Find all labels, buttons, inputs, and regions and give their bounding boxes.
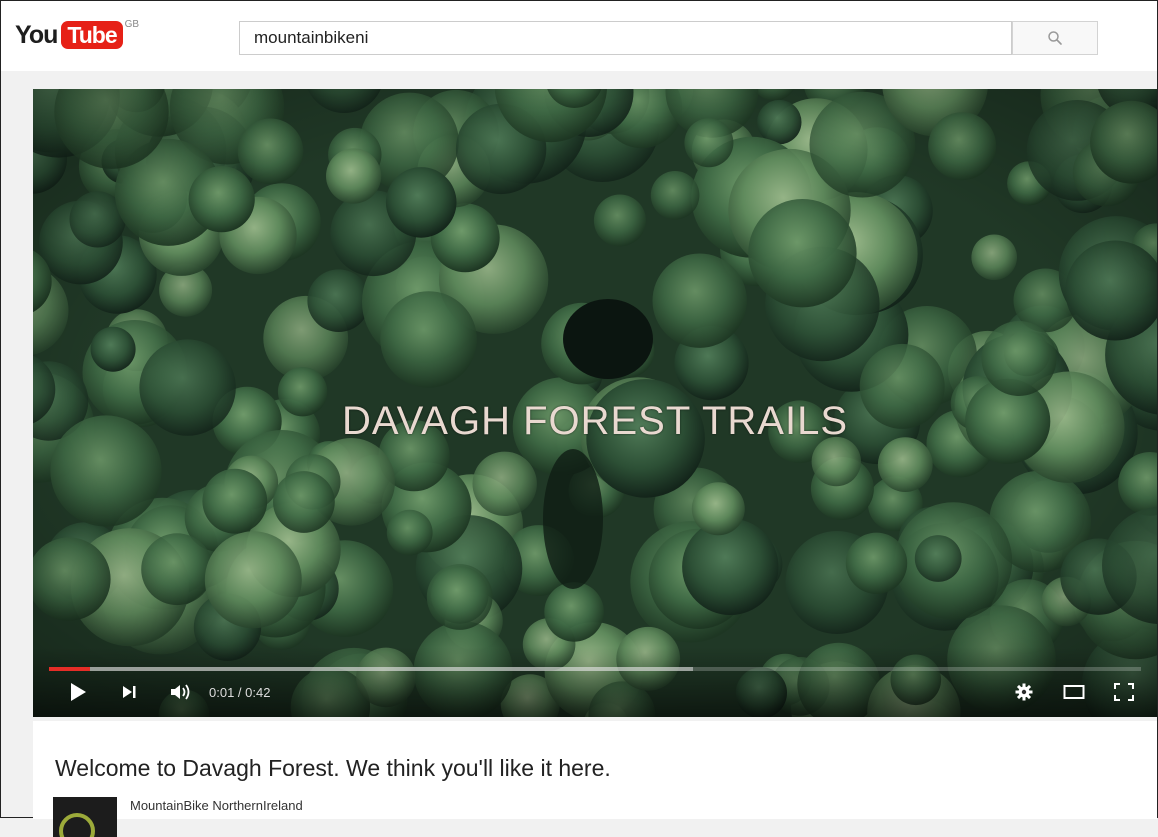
video-title: Welcome to Davagh Forest. We think you'l… [55,755,611,781]
settings-button[interactable] [1009,677,1039,707]
channel-avatar[interactable] [53,797,117,837]
search-icon [1048,31,1062,45]
volume-button[interactable] [165,677,197,707]
video-overlay-title: DAVAGH FOREST TRAILS [341,399,849,443]
next-icon [123,686,136,698]
search-button[interactable] [1012,21,1098,55]
search-input[interactable] [240,22,1011,54]
theater-mode-button[interactable] [1059,677,1089,707]
browser-frame: You Tube GB mountainbikeni DAVAGH FOREST… [0,0,1158,837]
fullscreen-button[interactable] [1109,677,1139,707]
progress-played [49,667,91,671]
controls-gradient [33,647,1157,717]
play-button[interactable] [63,677,93,707]
youtube-logo[interactable]: You Tube GB [15,19,140,49]
video-player[interactable]: DAVAGH FOREST TRAILS 0:01 / 0:42 [33,89,1157,717]
progress-bar[interactable] [49,667,1141,671]
logo-tube-text: Tube [61,21,123,49]
time-display: 0:01 / 0:42 [209,685,271,700]
gear-icon [1015,683,1033,701]
logo-you-text: You [15,21,58,49]
play-icon [71,683,86,701]
video-info-panel: Welcome to Davagh Forest. We think you'l… [33,721,1157,837]
fullscreen-icon [1114,683,1134,701]
progress-buffered [49,667,694,671]
next-button[interactable] [115,677,145,707]
masthead: You Tube GB [1,1,1157,71]
avatar-image [53,797,117,837]
channel-name-link[interactable]: MountainBike NorthernIreland [130,798,303,813]
region-label: GB [124,19,140,30]
volume-icon [171,684,190,700]
theater-mode-icon [1063,685,1085,699]
search-field-container [239,21,1012,55]
